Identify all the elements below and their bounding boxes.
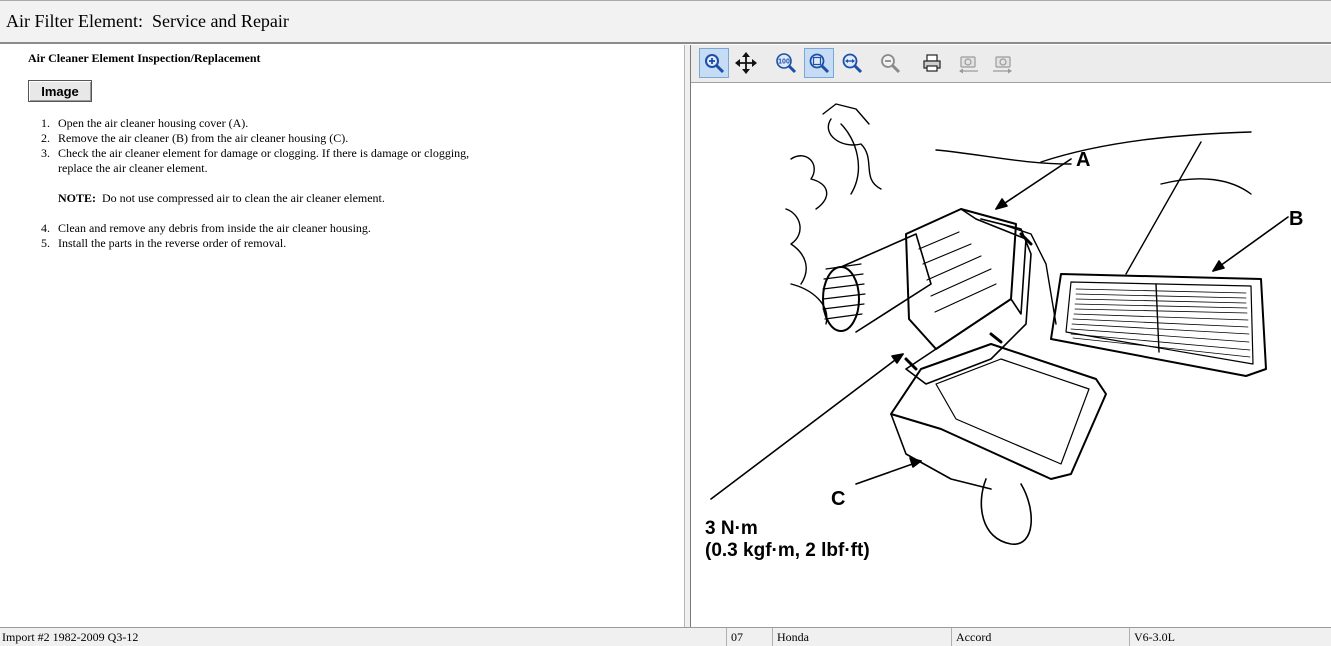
step-text: Remove the air cleaner (B) from the air … (58, 131, 349, 145)
diagram-line (827, 118, 882, 190)
cover-clip (989, 332, 1003, 344)
print-button[interactable] (917, 48, 947, 78)
zoom-fit-button[interactable] (804, 48, 834, 78)
image-toolbar: 100 (691, 45, 1331, 83)
housing-cover-a (905, 208, 1017, 350)
zoom-100-button[interactable]: 100 (771, 48, 801, 78)
image-viewer-pane: 100 A B C 3 N·m (0.3 kgf·m, 2 lbf·ft) (691, 45, 1331, 627)
status-make: Honda (772, 628, 951, 646)
air-cleaner-diagram: A B C 3 N·m (0.3 kgf·m, 2 lbf·ft) (705, 103, 1303, 561)
diagram-line (790, 155, 828, 210)
air-cleaner-pleats (1070, 288, 1251, 358)
air-cleaner-housing-c (890, 343, 1107, 480)
zoom-fit-icon (809, 53, 830, 74)
diagram-line (1125, 141, 1202, 275)
zoom-in-icon (705, 54, 725, 74)
leader-a (995, 158, 1072, 210)
rotate-left-button[interactable] (954, 48, 984, 78)
note: NOTE: Do not use compressed air to clean… (58, 191, 385, 206)
zoom-out-icon (881, 54, 901, 74)
zoom-in-button[interactable] (699, 48, 729, 78)
section-heading: Air Cleaner Element Inspection/Replaceme… (28, 51, 261, 65)
label-a: A (1076, 149, 1090, 171)
leader-c (855, 457, 922, 485)
step-text: Install the parts in the reverse order o… (58, 236, 287, 250)
intake-duct (840, 233, 932, 333)
image-button[interactable]: Image (28, 80, 92, 102)
page-title: Air Filter Element: Service and Repair (6, 11, 289, 31)
leader-b (1212, 216, 1289, 272)
torque-spec: 3 N·m (705, 518, 758, 539)
diagram-line (790, 283, 828, 325)
status-model: Accord (951, 628, 1129, 646)
diagram-line (1160, 178, 1252, 195)
diagram-line (1040, 131, 1252, 163)
duct-edge (1000, 223, 1057, 325)
housing-cover-ribs (918, 231, 997, 313)
pan-icon (735, 52, 757, 74)
status-engine: V6-3.0L (1129, 628, 1331, 646)
title-bar: Air Filter Element: Service and Repair (0, 0, 1331, 44)
svg-text:100: 100 (778, 59, 790, 66)
status-year: 07 (726, 628, 772, 646)
step-number: 2. (41, 131, 50, 145)
step-text: Check the air cleaner element for damage… (58, 146, 470, 160)
zoom-width-button[interactable] (837, 48, 867, 78)
housing-inner-edge (935, 358, 1090, 465)
zoom-100-icon: 100 (776, 53, 797, 74)
step-text: Clean and remove any debris from inside … (58, 221, 371, 235)
label-b: B (1289, 208, 1303, 230)
step-number: 5. (41, 236, 50, 250)
step-text: Open the air cleaner housing cover (A). (58, 116, 249, 130)
torque-spec-alt-units: (0.3 kgf·m, 2 lbf·ft) (705, 540, 870, 561)
step-number: 4. (41, 221, 50, 235)
step-text: replace the air cleaner element. (58, 161, 208, 175)
diagram-line (840, 123, 859, 195)
rotate-right-button[interactable] (987, 48, 1017, 78)
diagram-line (785, 208, 807, 285)
housing-bottom (890, 413, 992, 490)
pan-button[interactable] (731, 48, 761, 78)
status-bar: Import #2 1982-2009 Q3-12 07 Honda Accor… (0, 627, 1331, 646)
diagram-line (935, 149, 1072, 165)
zoom-out-button[interactable] (875, 48, 905, 78)
rotate-right-icon (993, 56, 1012, 74)
label-c: C (831, 488, 845, 510)
note-label: NOTE: (58, 191, 97, 205)
rotate-left-icon (959, 56, 978, 74)
zoom-width-icon (842, 53, 863, 74)
print-icon (923, 54, 941, 72)
note-text: Do not use compressed air to clean the a… (96, 191, 385, 205)
step-number: 1. (41, 116, 50, 130)
pane-splitter[interactable] (684, 45, 691, 627)
status-database: Import #2 1982-2009 Q3-12 (2, 630, 139, 644)
procedure-pane: Air Cleaner Element Inspection/Replaceme… (0, 45, 684, 627)
step-number: 3. (41, 146, 50, 160)
